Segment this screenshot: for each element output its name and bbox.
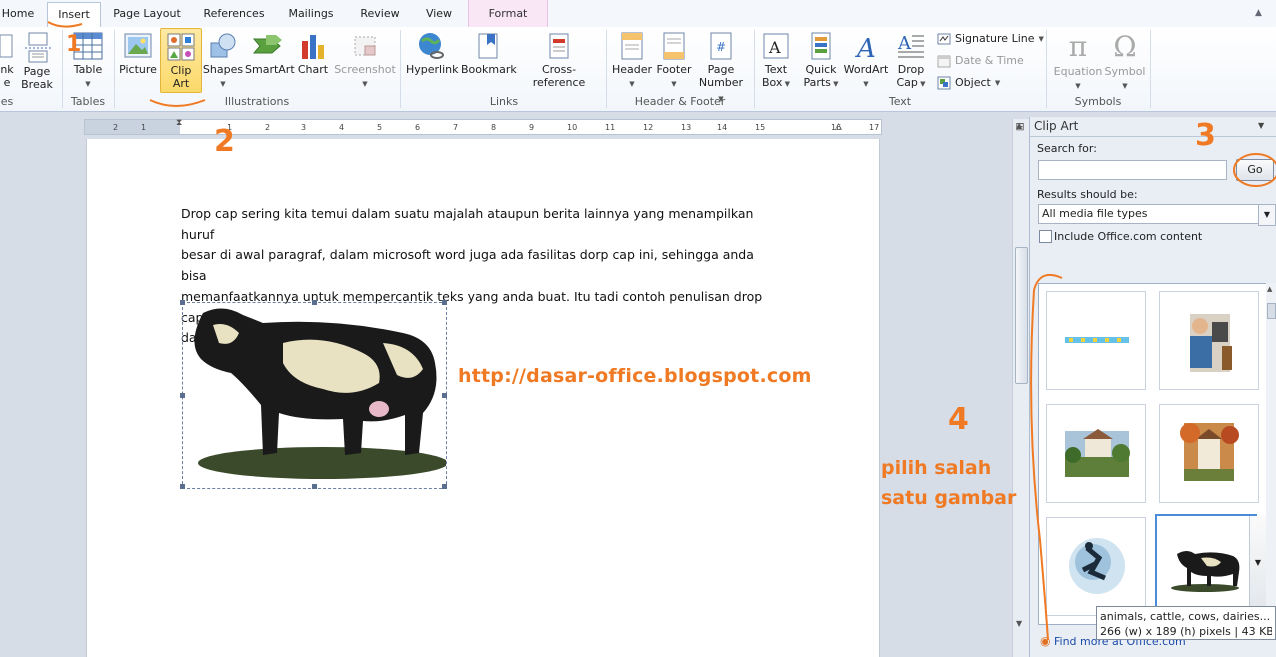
annotation-overlay — [47, 21, 1276, 641]
annotation-step-1: 1 — [66, 32, 82, 57]
annotation-instruction-line2: satu gambar — [881, 487, 1017, 509]
annotation-instruction-line1: pilih salah — [881, 457, 992, 479]
annotation-step-4: 4 — [948, 402, 969, 437]
annotation-step-2: 2 — [214, 124, 235, 159]
annotation-step-3: 3 — [1195, 118, 1216, 153]
